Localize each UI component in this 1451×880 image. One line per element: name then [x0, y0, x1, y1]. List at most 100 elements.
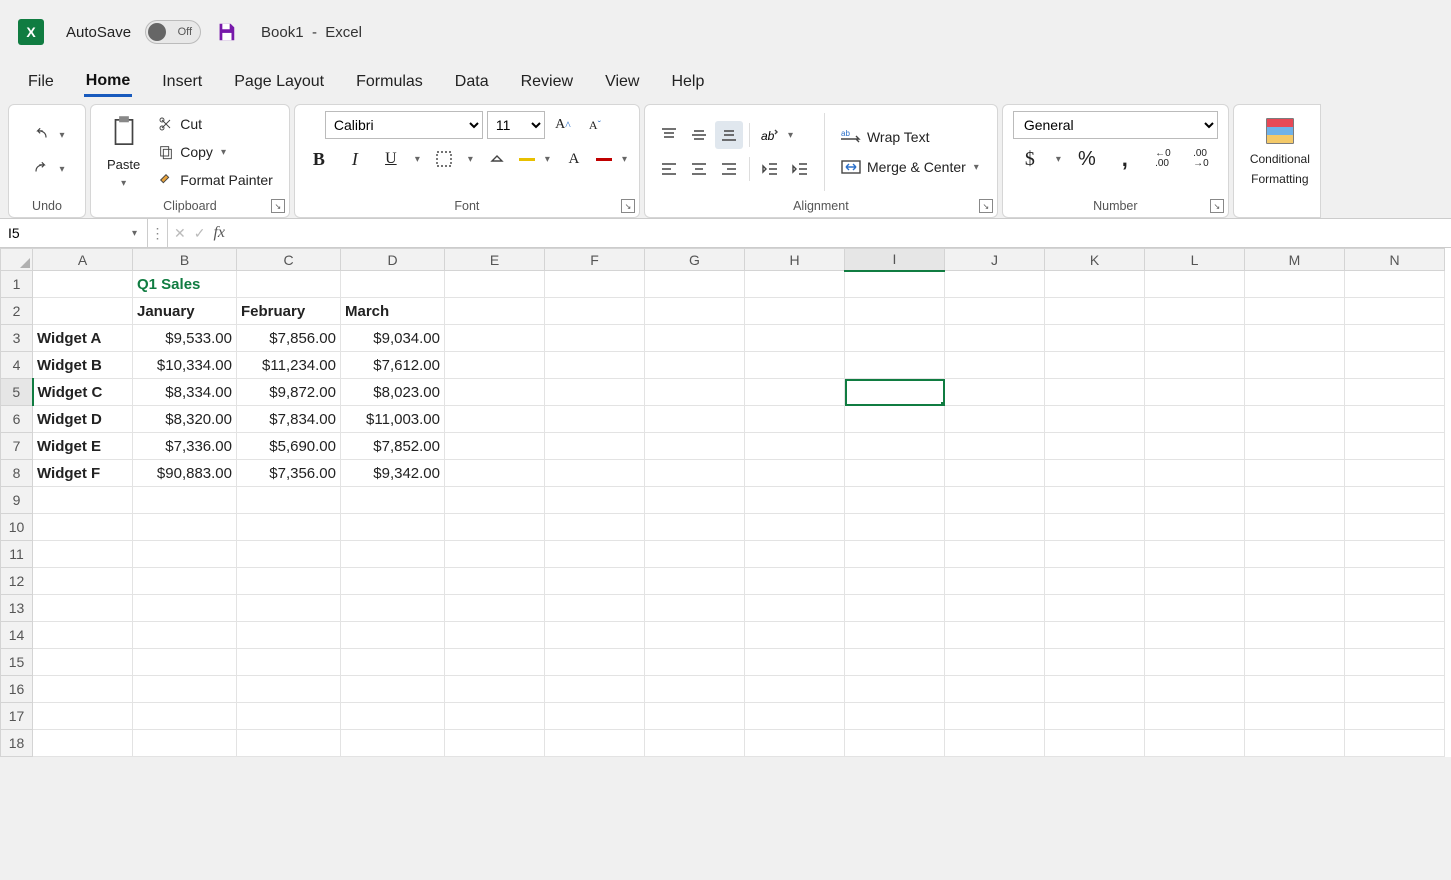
cell-F17[interactable] — [545, 703, 645, 730]
dialog-launcher-icon[interactable]: ↘ — [271, 199, 285, 213]
cell-H1[interactable] — [745, 271, 845, 298]
decrease-decimal-icon[interactable]: .00→0 — [1187, 145, 1215, 173]
border-button[interactable] — [430, 145, 458, 173]
cell-E7[interactable] — [445, 433, 545, 460]
cell-M6[interactable] — [1245, 406, 1345, 433]
cell-E18[interactable] — [445, 730, 545, 757]
row-header[interactable]: 13 — [1, 595, 33, 622]
cell-L12[interactable] — [1145, 568, 1245, 595]
enter-formula-icon[interactable]: ✓ — [194, 225, 206, 242]
cell-M1[interactable] — [1245, 271, 1345, 298]
row-header[interactable]: 3 — [1, 325, 33, 352]
cell-K2[interactable] — [1045, 298, 1145, 325]
chevron-down-icon[interactable]: ▾ — [57, 130, 66, 141]
tab-view[interactable]: View — [603, 69, 641, 95]
percent-format-icon[interactable]: % — [1073, 145, 1101, 173]
cell-N6[interactable] — [1345, 406, 1445, 433]
row-header[interactable]: 6 — [1, 406, 33, 433]
cell-G1[interactable] — [645, 271, 745, 298]
cell-K4[interactable] — [1045, 352, 1145, 379]
cell-N4[interactable] — [1345, 352, 1445, 379]
dialog-launcher-icon[interactable]: ↘ — [979, 199, 993, 213]
cell-D16[interactable] — [341, 676, 445, 703]
wrap-text-button[interactable]: ab Wrap Text — [835, 125, 987, 149]
cell-K10[interactable] — [1045, 514, 1145, 541]
dialog-launcher-icon[interactable]: ↘ — [621, 199, 635, 213]
cell-K13[interactable] — [1045, 595, 1145, 622]
cell-B16[interactable] — [133, 676, 237, 703]
cell-J5[interactable] — [945, 379, 1045, 406]
cell-M13[interactable] — [1245, 595, 1345, 622]
orientation-icon[interactable]: ab — [756, 121, 784, 149]
paste-button[interactable]: Paste ▾ — [101, 111, 146, 193]
cell-K14[interactable] — [1045, 622, 1145, 649]
cell-A16[interactable] — [33, 676, 133, 703]
cell-F7[interactable] — [545, 433, 645, 460]
cell-A2[interactable] — [33, 298, 133, 325]
underline-button[interactable]: U — [377, 145, 405, 173]
cell-I18[interactable] — [845, 730, 945, 757]
chevron-down-icon[interactable]: ▾ — [130, 228, 139, 239]
accounting-format-icon[interactable]: $ — [1016, 145, 1044, 173]
cell-F14[interactable] — [545, 622, 645, 649]
cell-E5[interactable] — [445, 379, 545, 406]
row-header[interactable]: 11 — [1, 541, 33, 568]
cell-L7[interactable] — [1145, 433, 1245, 460]
cell-E9[interactable] — [445, 487, 545, 514]
cell-H15[interactable] — [745, 649, 845, 676]
cell-F16[interactable] — [545, 676, 645, 703]
cell-L8[interactable] — [1145, 460, 1245, 487]
cell-D3[interactable]: $9,034.00 — [341, 325, 445, 352]
cell-C11[interactable] — [237, 541, 341, 568]
cell-L10[interactable] — [1145, 514, 1245, 541]
cell-I13[interactable] — [845, 595, 945, 622]
cell-A12[interactable] — [33, 568, 133, 595]
cell-H13[interactable] — [745, 595, 845, 622]
cell-M16[interactable] — [1245, 676, 1345, 703]
row-header[interactable]: 16 — [1, 676, 33, 703]
cell-J15[interactable] — [945, 649, 1045, 676]
cell-N1[interactable] — [1345, 271, 1445, 298]
cell-H14[interactable] — [745, 622, 845, 649]
cell-N5[interactable] — [1345, 379, 1445, 406]
cell-D12[interactable] — [341, 568, 445, 595]
cell-A1[interactable] — [33, 271, 133, 298]
cell-J14[interactable] — [945, 622, 1045, 649]
cell-J17[interactable] — [945, 703, 1045, 730]
cell-I3[interactable] — [845, 325, 945, 352]
cancel-formula-icon[interactable]: ✕ — [174, 225, 186, 242]
cell-N7[interactable] — [1345, 433, 1445, 460]
align-right-icon[interactable] — [715, 155, 743, 183]
cell-I16[interactable] — [845, 676, 945, 703]
cell-B1[interactable]: Q1 Sales — [133, 271, 237, 298]
cell-B6[interactable]: $8,320.00 — [133, 406, 237, 433]
tab-formulas[interactable]: Formulas — [354, 69, 425, 95]
cell-L15[interactable] — [1145, 649, 1245, 676]
row-header[interactable]: 2 — [1, 298, 33, 325]
row-header[interactable]: 9 — [1, 487, 33, 514]
cell-H7[interactable] — [745, 433, 845, 460]
cell-F3[interactable] — [545, 325, 645, 352]
cell-B9[interactable] — [133, 487, 237, 514]
cell-G3[interactable] — [645, 325, 745, 352]
cell-E17[interactable] — [445, 703, 545, 730]
name-box[interactable]: ▾ — [0, 219, 148, 247]
cell-F5[interactable] — [545, 379, 645, 406]
cell-N16[interactable] — [1345, 676, 1445, 703]
cell-B4[interactable]: $10,334.00 — [133, 352, 237, 379]
cell-A7[interactable]: Widget E — [33, 433, 133, 460]
cell-N9[interactable] — [1345, 487, 1445, 514]
row-header[interactable]: 8 — [1, 460, 33, 487]
cell-A6[interactable]: Widget D — [33, 406, 133, 433]
spreadsheet-grid[interactable]: ABCDEFGHIJKLMN1Q1 Sales2JanuaryFebruaryM… — [0, 248, 1451, 757]
column-header[interactable]: C — [237, 249, 341, 271]
cell-K3[interactable] — [1045, 325, 1145, 352]
cell-I14[interactable] — [845, 622, 945, 649]
cell-G4[interactable] — [645, 352, 745, 379]
cell-M14[interactable] — [1245, 622, 1345, 649]
cell-F15[interactable] — [545, 649, 645, 676]
conditional-formatting-button[interactable]: Conditional Formatting — [1244, 114, 1316, 190]
chevron-down-icon[interactable]: ▾ — [620, 154, 629, 165]
cell-F12[interactable] — [545, 568, 645, 595]
cell-A11[interactable] — [33, 541, 133, 568]
